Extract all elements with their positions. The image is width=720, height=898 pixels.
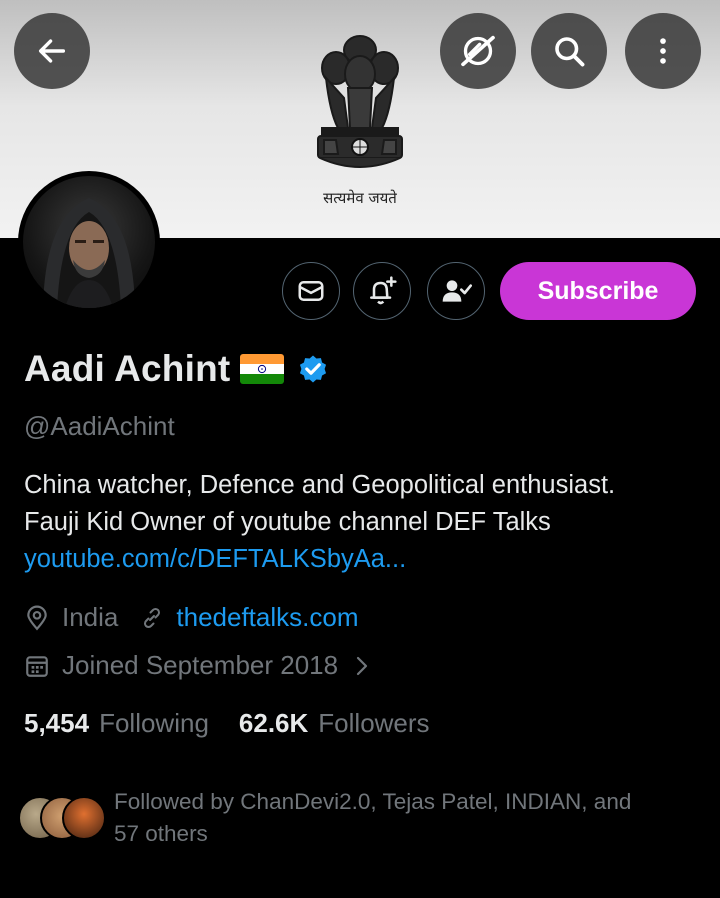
followed-by-line-2: 57 others <box>114 821 208 846</box>
follower-avatar-3 <box>62 796 106 840</box>
message-button[interactable] <box>282 262 340 320</box>
follow-stats: 5,454 Following 62.6K Followers <box>24 708 430 739</box>
calendar-icon <box>24 653 50 679</box>
back-button[interactable] <box>14 13 90 89</box>
bio: China watcher, Defence and Geopolitical … <box>24 467 714 578</box>
following-button[interactable] <box>427 262 485 320</box>
location-website-row: India thedeftalks.com <box>24 602 358 633</box>
india-flag-icon <box>240 354 285 384</box>
website-link[interactable]: thedeftalks.com <box>176 602 358 633</box>
grok-icon <box>461 35 495 67</box>
display-name: Aadi Achint <box>24 348 231 389</box>
followers-count: 62.6K <box>238 708 309 738</box>
user-handle: @AadiAchint <box>24 411 175 441</box>
verified-badge-icon[interactable] <box>296 352 330 386</box>
location-text: India <box>62 602 119 632</box>
motto-text: सत्यमेव जयते <box>323 189 397 207</box>
envelope-icon <box>298 281 324 301</box>
search-icon <box>555 37 585 67</box>
ashoka-emblem-icon <box>317 35 403 168</box>
bell-plus-icon <box>370 276 397 305</box>
location-pin-icon <box>24 605 50 631</box>
link-icon <box>140 606 164 630</box>
bio-youtube-link[interactable]: youtube.com/c/DEFTALKSbyAa... <box>24 541 714 578</box>
joined-text: Joined September 2018 <box>62 650 339 680</box>
search-button[interactable] <box>531 13 607 89</box>
joined-row[interactable]: Joined September 2018 <box>24 650 384 681</box>
more-options-button[interactable] <box>625 13 701 89</box>
bio-line-2: Fauji Kid Owner of youtube channel DEF T… <box>24 508 551 536</box>
subscribe-button[interactable]: Subscribe <box>500 262 696 320</box>
avatar[interactable] <box>18 171 160 313</box>
arrow-left-icon <box>38 39 66 63</box>
following-stat[interactable]: 5,454 Following <box>24 708 209 739</box>
followers-label: Followers <box>318 708 430 738</box>
name-row: Aadi Achint <box>24 344 330 394</box>
grok-button[interactable] <box>440 13 516 89</box>
profile-page: सत्यमेव जयते Subscribe Aadi Achint @Aadi… <box>0 0 720 898</box>
notifications-button[interactable] <box>353 262 411 320</box>
followed-by-line-1: Followed by ChanDevi2.0, Tejas Patel, IN… <box>114 789 632 814</box>
avatar-photo <box>23 176 155 308</box>
followers-stat[interactable]: 62.6K Followers <box>239 708 430 739</box>
following-count: 5,454 <box>24 708 90 738</box>
following-label: Following <box>99 708 209 738</box>
more-vertical-icon <box>660 38 666 64</box>
followed-by-text[interactable]: Followed by ChanDevi2.0, Tejas Patel, IN… <box>114 786 694 850</box>
bio-line-1: China watcher, Defence and Geopolitical … <box>24 471 616 499</box>
chevron-right-icon <box>352 654 372 678</box>
person-check-icon <box>442 280 472 302</box>
